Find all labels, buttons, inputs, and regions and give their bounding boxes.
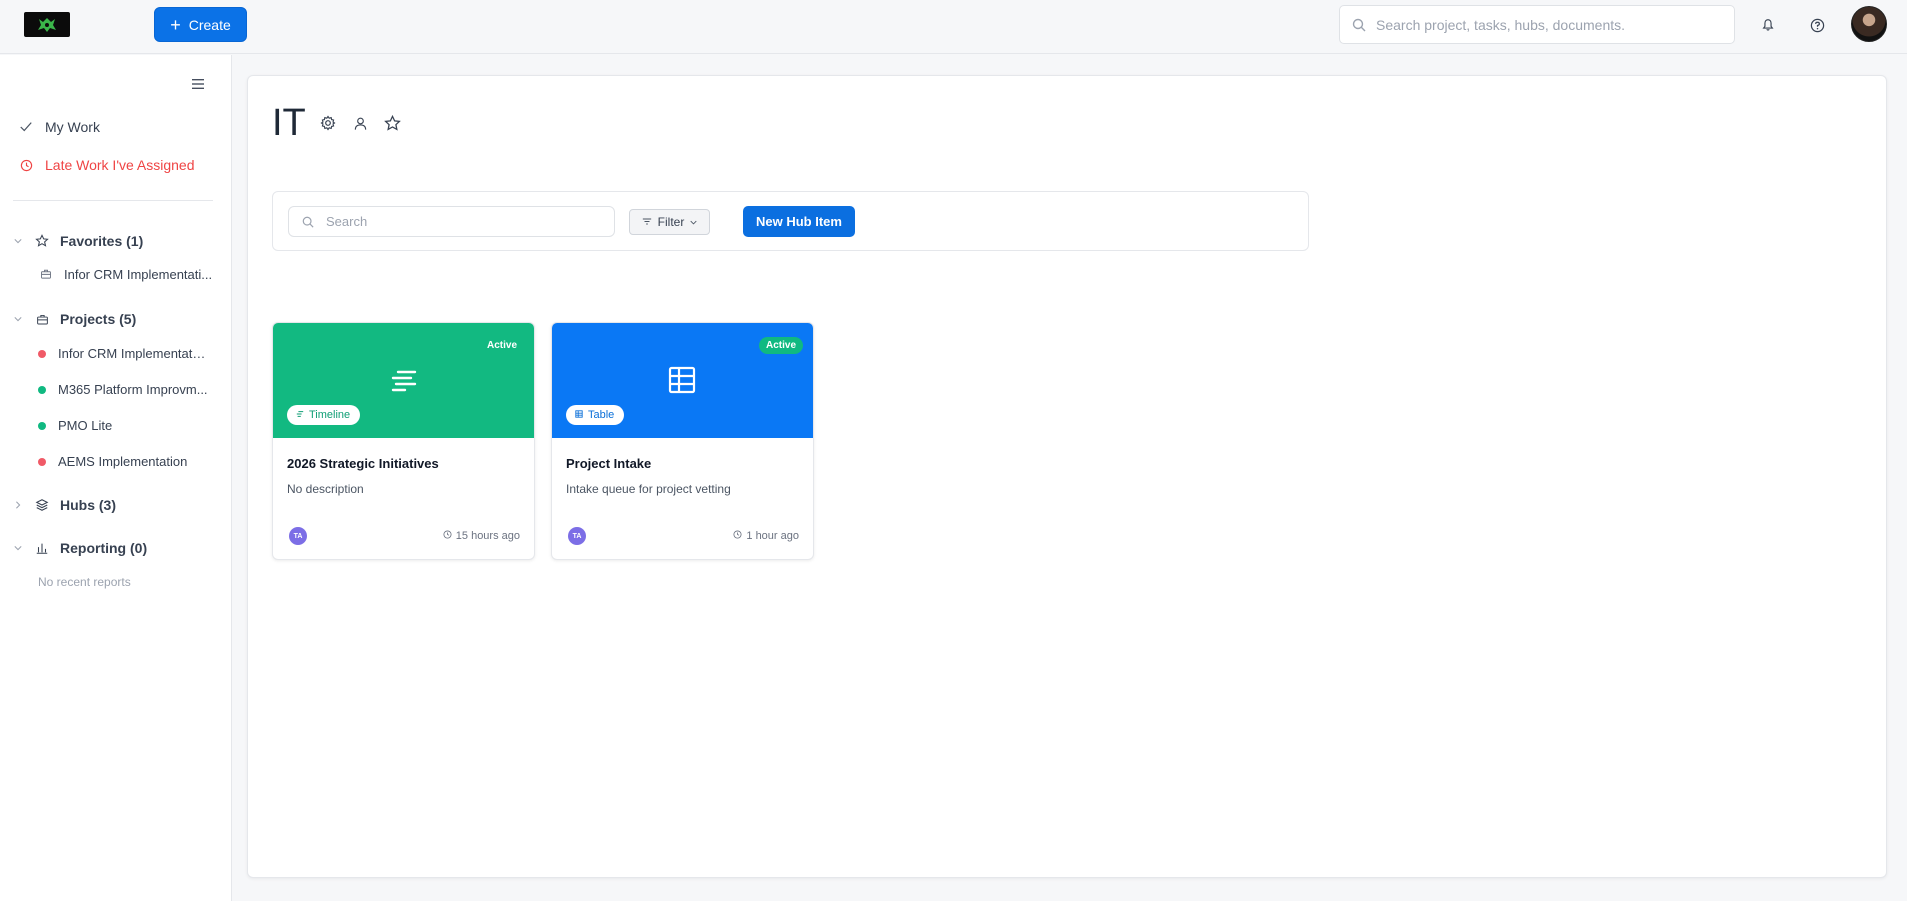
section-label: Reporting (0) (60, 540, 148, 556)
new-hub-item-button[interactable]: New Hub Item (743, 206, 855, 237)
logo-icon (38, 17, 56, 32)
section-label: Projects (5) (60, 311, 137, 327)
owner-avatar: TA (568, 527, 586, 545)
create-label: Create (188, 16, 231, 33)
hub-search-input[interactable] (326, 214, 606, 229)
clock-icon (733, 530, 742, 542)
timeline-icon (387, 366, 419, 394)
app-logo[interactable] (24, 12, 70, 37)
project-item-label: PMO Lite (58, 418, 113, 433)
create-button[interactable]: + Create (154, 7, 247, 42)
section-label: Hubs (3) (60, 497, 116, 513)
sidebar-item-my-work[interactable]: My Work (18, 119, 250, 135)
sidebar-section-favorites[interactable]: Favorites (1) (12, 233, 244, 249)
main-panel: IT Filter (247, 75, 1887, 878)
status-badge: Active (486, 340, 517, 351)
time-label: 15 hours ago (455, 530, 520, 542)
search-icon (302, 216, 314, 228)
chevron-down-icon[interactable] (12, 313, 24, 325)
chevron-down-icon[interactable] (12, 542, 24, 554)
filter-lines-icon (642, 215, 652, 229)
owner-avatar: TA (289, 527, 307, 545)
type-pill: Table (566, 405, 625, 425)
favorite-item-label: Infor CRM Implementati... (64, 266, 213, 282)
help-icon[interactable] (1806, 14, 1828, 36)
project-status-dot (38, 421, 46, 430)
timeline-icon (296, 409, 304, 421)
sidebar-toggle-menu-icon[interactable] (191, 77, 207, 91)
project-item-label: AEMS Implementation (58, 454, 188, 469)
sidebar-project-item[interactable]: M365 Platform Improvm... (38, 382, 270, 397)
sidebar: My Work Late Work I've Assigned Favorite… (0, 55, 232, 901)
section-label: Favorites (1) (60, 233, 144, 249)
type-label: Table (588, 409, 615, 421)
project-status-dot (38, 457, 46, 466)
clock-icon (18, 157, 34, 173)
table-icon (575, 409, 583, 421)
card-timestamp: 15 hours ago (443, 530, 520, 542)
card-description: Intake queue for project vetting (566, 482, 731, 496)
search-icon (1352, 18, 1366, 31)
briefcase-icon (34, 311, 50, 327)
project-item-label: M365 Platform Improvm... (58, 382, 208, 397)
chevron-down-icon[interactable] (12, 235, 24, 247)
hub-card-table[interactable]: Active Table Project Intake Intake queue… (551, 322, 814, 560)
briefcase-icon (38, 266, 54, 282)
page-title: IT (272, 102, 306, 144)
project-status-dot (38, 385, 46, 394)
sidebar-favorite-item[interactable]: Infor CRM Implementati... (38, 266, 270, 282)
hub-toolbar: Filter New Hub Item (272, 191, 1309, 251)
top-bar: + Create (0, 0, 1907, 54)
card-description: No description (287, 482, 364, 496)
hub-search[interactable] (288, 206, 615, 237)
sidebar-section-projects[interactable]: Projects (5) (12, 311, 244, 327)
chevron-down-icon (690, 215, 697, 229)
sidebar-item-label: Late Work I've Assigned (45, 157, 195, 173)
card-hero: Active Timeline (273, 323, 534, 438)
global-search[interactable] (1339, 5, 1735, 44)
plus-icon: + (170, 14, 181, 35)
settings-gear-icon[interactable] (319, 114, 337, 132)
notifications-bell-icon[interactable] (1757, 14, 1779, 36)
sidebar-section-reporting[interactable]: Reporting (0) (12, 540, 244, 556)
table-icon (666, 366, 698, 394)
card-title: 2026 Strategic Initiatives (287, 456, 439, 471)
sidebar-item-late-work[interactable]: Late Work I've Assigned (18, 157, 250, 173)
type-label: Timeline (309, 409, 351, 421)
chevron-right-icon[interactable] (12, 499, 24, 511)
type-pill: Timeline (287, 405, 361, 425)
sidebar-section-hubs[interactable]: Hubs (3) (12, 497, 244, 513)
user-avatar[interactable] (1851, 6, 1887, 42)
sidebar-project-item[interactable]: Infor CRM Implementation (38, 346, 270, 361)
global-search-input[interactable] (1376, 16, 1716, 33)
project-status-dot (38, 349, 46, 358)
layers-icon (34, 497, 50, 513)
star-icon (34, 233, 50, 249)
bar-chart-icon (34, 540, 50, 556)
time-label: 1 hour ago (746, 530, 799, 542)
card-timestamp: 1 hour ago (733, 530, 799, 542)
card-title: Project Intake (566, 456, 652, 471)
sidebar-project-item[interactable]: PMO Lite (38, 418, 270, 433)
sidebar-project-item[interactable]: AEMS Implementation (38, 454, 270, 469)
no-reports-text: No recent reports (38, 575, 131, 589)
card-hero: Active Table (552, 323, 813, 438)
status-badge: Active (758, 337, 803, 354)
sidebar-item-label: My Work (45, 119, 100, 135)
user-icon[interactable] (351, 114, 369, 132)
project-item-label: Infor CRM Implementation (58, 346, 208, 361)
sidebar-divider (13, 200, 213, 201)
hub-card-timeline[interactable]: Active Timeline 2026 Strategic Initiativ… (272, 322, 535, 560)
star-icon[interactable] (383, 114, 401, 132)
clock-icon (443, 530, 452, 542)
filter-label: Filter (657, 215, 685, 229)
filter-button[interactable]: Filter (629, 209, 710, 235)
check-icon (18, 119, 34, 135)
